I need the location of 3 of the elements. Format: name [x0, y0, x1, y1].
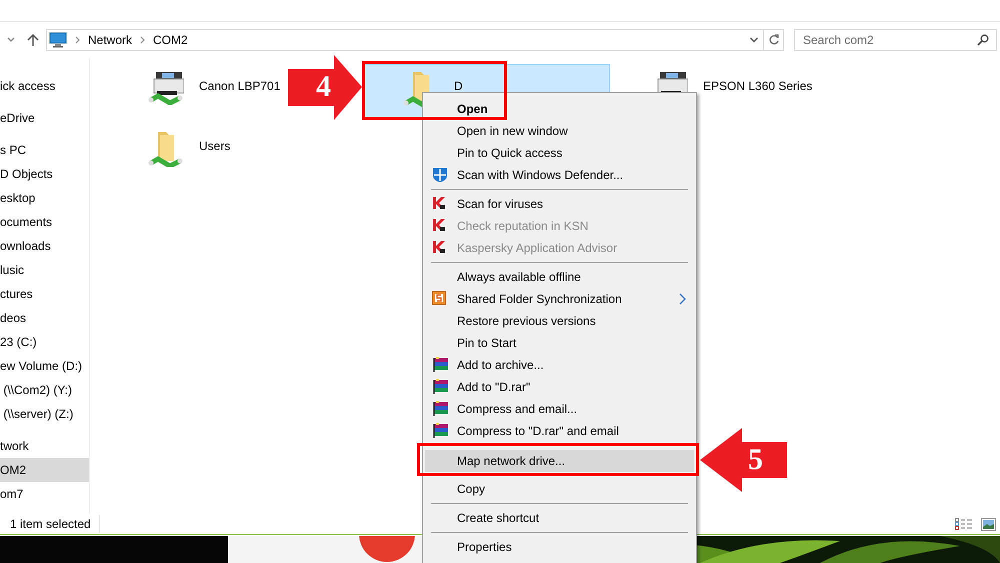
status-text: 1 item selected: [0, 515, 100, 533]
step-number: 5: [748, 444, 763, 476]
step-number: 4: [316, 71, 331, 103]
